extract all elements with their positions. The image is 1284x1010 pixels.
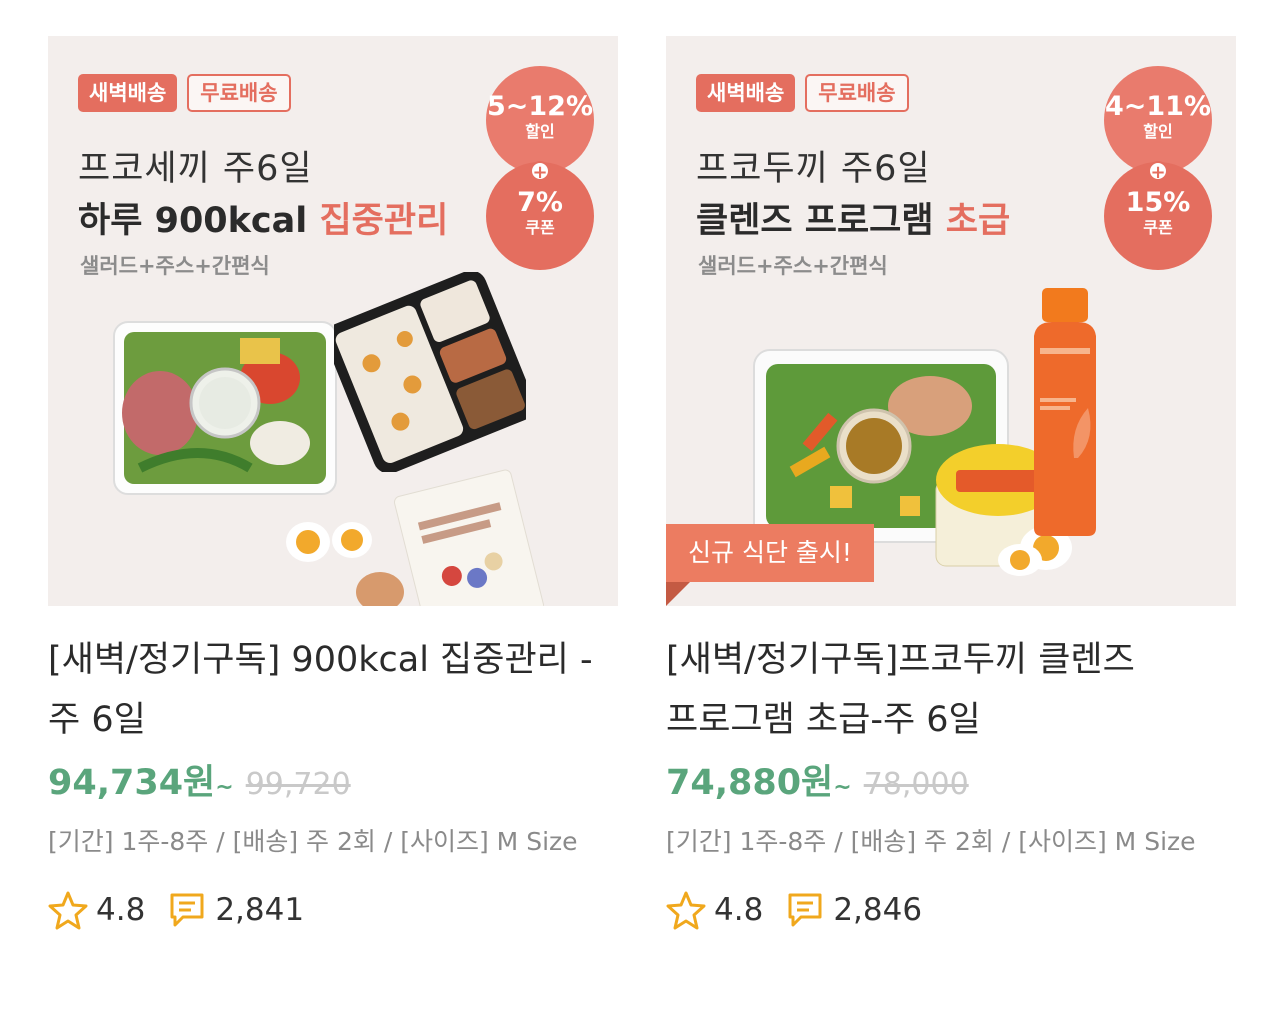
plus-icon: + <box>1148 161 1168 182</box>
review-bubble-icon <box>785 890 825 930</box>
tag-dawn-delivery: 새벽배송 <box>78 74 178 112</box>
coupon-value: 15% <box>1125 187 1191 218</box>
product-image[interactable]: 새벽배송 무료배송 프코세끼 주6일 하루 900kcal 집중관리 샐러드+주… <box>48 36 618 606</box>
tag-free-delivery: 무료배송 <box>805 74 909 112</box>
coupon-value: 7% <box>517 187 563 218</box>
sale-price-value: 74,880원 <box>666 763 834 803</box>
sale-price: 74,880원~ <box>666 754 852 805</box>
tag-free-delivery: 무료배송 <box>187 74 291 112</box>
headline-line1: 프코세끼 주6일 <box>78 149 313 189</box>
price-row: 74,880원~ 78,000 <box>666 754 1236 810</box>
sale-price: 94,734원~ <box>48 754 234 805</box>
delivery-tags: 새벽배송 무료배송 <box>696 74 909 112</box>
price-suffix: ~ <box>215 775 234 800</box>
sale-price-value: 94,734원 <box>48 763 216 803</box>
price-row: 94,734원~ 99,720 <box>48 754 618 810</box>
discount-badge: 5~12% 할인 <box>486 66 594 174</box>
discount-label: 할인 <box>1143 122 1173 141</box>
headline-plain: 하루 900kcal <box>78 201 320 241</box>
tag-dawn-delivery: 새벽배송 <box>696 74 796 112</box>
discount-label: 할인 <box>525 122 555 141</box>
headline-plain: 클렌즈 프로그램 <box>696 201 946 241</box>
plus-icon: + <box>530 161 550 182</box>
ribbon-fold <box>666 582 690 606</box>
product-card[interactable]: 새벽배송 무료배송 프코세끼 주6일 하루 900kcal 집중관리 샐러드+주… <box>48 36 618 934</box>
review-count: 2,846 <box>833 892 923 928</box>
bento-box-image <box>334 272 526 472</box>
new-menu-ribbon: 신규 식단 출시! <box>666 524 874 582</box>
original-price: 99,720 <box>245 767 351 802</box>
coupon-label: 쿠폰 <box>1143 218 1173 237</box>
salad-tray-image <box>113 321 337 495</box>
rating-row: 4.8 2,841 <box>48 886 618 934</box>
review-bubble-icon <box>167 890 207 930</box>
original-price: 78,000 <box>863 767 969 802</box>
product-title[interactable]: [새벽/정기구독] 900kcal 집중관리 - 주 6일 <box>48 630 618 750</box>
discount-badge: 4~11% 할인 <box>1104 66 1212 174</box>
star-icon <box>666 890 706 930</box>
product-options: [기간] 1주-8주 / [배송] 주 2회 / [사이즈] M Size <box>48 827 578 856</box>
product-image[interactable]: 새벽배송 무료배송 프코두끼 주6일 클렌즈 프로그램 초급 샐러드+주스+간편… <box>666 36 1236 606</box>
juice-bottle-image <box>1034 288 1096 536</box>
rating-value: 4.8 <box>714 892 764 928</box>
rating-value: 4.8 <box>96 892 146 928</box>
discount-value: 4~11% <box>1104 91 1212 122</box>
headline-line3: 샐러드+주스+간편식 <box>80 254 270 278</box>
headline-line3: 샐러드+주스+간편식 <box>698 254 888 278</box>
review-count: 2,841 <box>215 892 305 928</box>
headline-line2: 클렌즈 프로그램 초급 <box>696 192 1010 243</box>
headline-line2: 하루 900kcal 집중관리 <box>78 192 448 243</box>
headline-highlight: 집중관리 <box>319 201 449 241</box>
coupon-label: 쿠폰 <box>525 218 555 237</box>
discount-value: 5~12% <box>486 91 594 122</box>
star-icon <box>48 890 88 930</box>
price-suffix: ~ <box>833 775 852 800</box>
product-card[interactable]: 새벽배송 무료배송 프코두끼 주6일 클렌즈 프로그램 초급 샐러드+주스+간편… <box>666 36 1236 934</box>
product-grid: 새벽배송 무료배송 프코세끼 주6일 하루 900kcal 집중관리 샐러드+주… <box>0 0 1284 1010</box>
delivery-tags: 새벽배송 무료배송 <box>78 74 291 112</box>
snack-pouch-image <box>393 469 544 606</box>
product-options: [기간] 1주-8주 / [배송] 주 2회 / [사이즈] M Size <box>666 827 1196 856</box>
product-title[interactable]: [새벽/정기구독]프코두끼 클렌즈 프로그램 초급-주 6일 <box>666 630 1236 750</box>
headline-highlight: 초급 <box>945 201 1011 241</box>
headline-line1: 프코두끼 주6일 <box>696 149 931 189</box>
rating-row: 4.8 2,846 <box>666 886 1236 934</box>
